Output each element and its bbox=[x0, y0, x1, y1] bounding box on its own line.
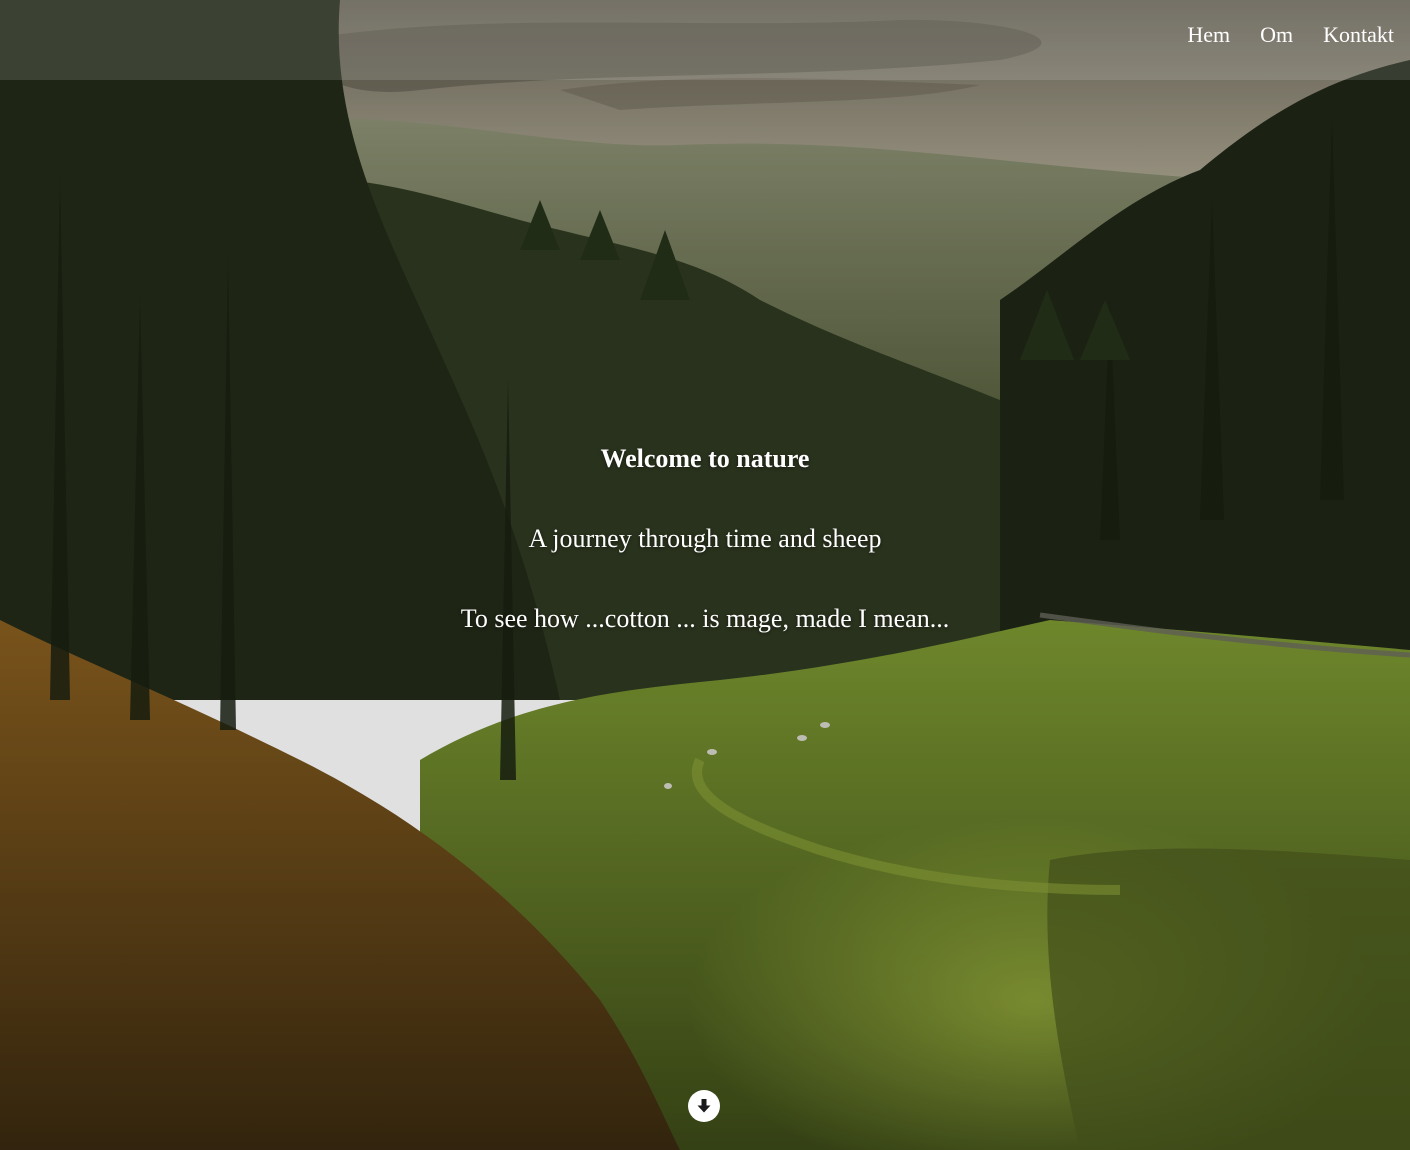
nav-links: Hem Om Kontakt bbox=[1157, 22, 1394, 48]
nav-link-hem[interactable]: Hem bbox=[1187, 22, 1230, 48]
nav-link-om[interactable]: Om bbox=[1260, 22, 1293, 48]
arrow-down-circle-icon bbox=[697, 1099, 711, 1113]
hero-tagline: To see how ...cotton ... is mage, made I… bbox=[460, 604, 950, 633]
top-navbar: Hem Om Kontakt bbox=[0, 0, 1410, 80]
hero-title: Welcome to nature bbox=[600, 444, 810, 473]
scroll-down-button[interactable] bbox=[688, 1090, 720, 1122]
hero-section bbox=[0, 0, 1410, 1150]
hero-background-image bbox=[0, 0, 1410, 1150]
nav-link-kontakt[interactable]: Kontakt bbox=[1323, 22, 1394, 48]
hero-subtitle: A journey through time and sheep bbox=[528, 524, 882, 553]
